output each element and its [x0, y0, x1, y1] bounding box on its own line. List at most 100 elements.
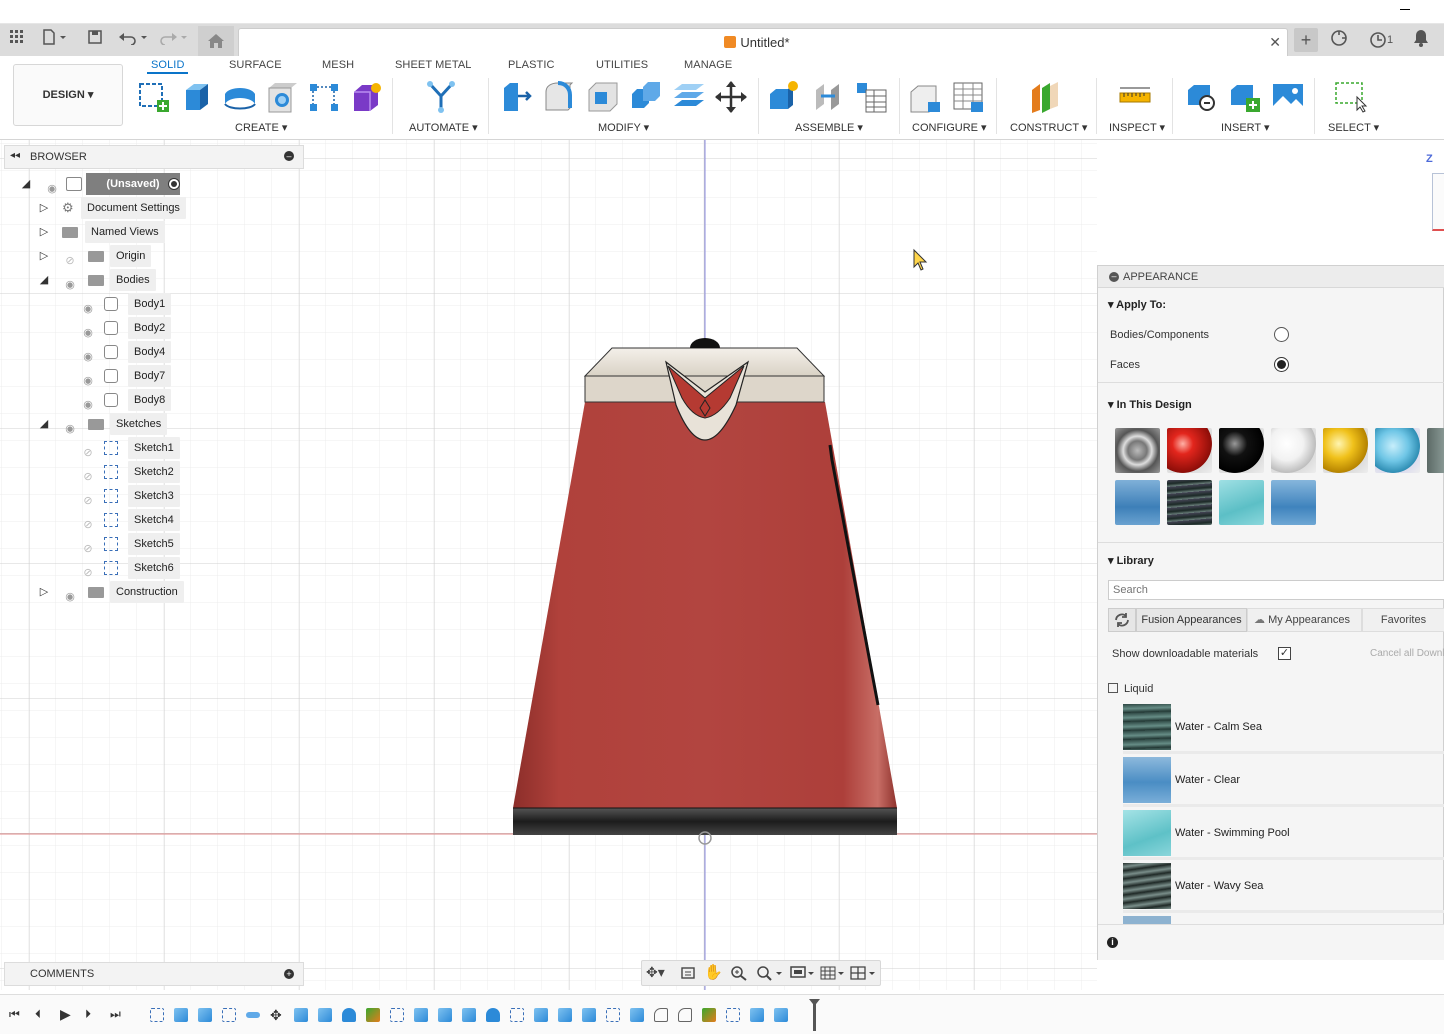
construct-menu[interactable]: CONSTRUCT ▾	[1010, 121, 1087, 134]
tab-surface[interactable]: SURFACE	[229, 59, 282, 71]
canvas-image-icon[interactable]	[1271, 80, 1305, 114]
browser-item-bodies[interactable]: ◢ ◉ Bodies	[38, 269, 198, 291]
timeline-play-icon[interactable]: ▶	[60, 1006, 71, 1023]
expand-triangle-icon[interactable]: ▷	[38, 245, 50, 267]
timeline-sketch-icon[interactable]	[222, 1008, 236, 1022]
eye-icon[interactable]: ◉	[80, 370, 96, 387]
browser-item-sketch[interactable]: ⊘ Sketch1	[80, 437, 180, 459]
appearance-swatch-water-dark[interactable]	[1167, 480, 1212, 525]
eye-hidden-icon[interactable]: ⊘	[80, 442, 96, 459]
home-tab[interactable]	[198, 26, 234, 56]
browser-item-sketches[interactable]: ◢ ◉ Sketches	[38, 413, 198, 435]
viewports-icon[interactable]	[850, 965, 878, 984]
eye-icon[interactable]: ◉	[62, 274, 78, 291]
configuration-table-icon[interactable]	[951, 80, 985, 114]
tab-my-appearances[interactable]: ☁ My Appearances	[1247, 608, 1362, 632]
timeline-extrude-icon[interactable]	[750, 1008, 764, 1022]
configure-menu[interactable]: CONFIGURE ▾	[912, 121, 987, 134]
undo-icon[interactable]	[116, 29, 150, 51]
joint-icon[interactable]	[811, 80, 845, 114]
insert-menu[interactable]: INSERT ▾	[1221, 121, 1270, 134]
tab-manage[interactable]: MANAGE	[684, 59, 732, 71]
browser-item-body[interactable]: ◉ Body2	[80, 317, 180, 339]
tab-favorites[interactable]: Favorites	[1362, 608, 1444, 632]
appearance-swatch-white[interactable]	[1271, 428, 1316, 473]
timeline-step-back-icon[interactable]: ⏴	[35, 1007, 41, 1022]
timeline-move-icon[interactable]: ✥	[270, 1008, 284, 1022]
add-comment-icon[interactable]: +	[284, 969, 294, 979]
insert-derive-icon[interactable]	[1185, 80, 1219, 114]
create-sketch-icon[interactable]	[137, 80, 171, 114]
timeline-fillet-icon[interactable]	[678, 1008, 692, 1022]
timeline-extrude-icon[interactable]	[582, 1008, 596, 1022]
display-settings-icon[interactable]	[790, 965, 816, 984]
timeline-extrude-icon[interactable]	[630, 1008, 644, 1022]
document-tab[interactable]: Untitled* ✕	[238, 28, 1288, 56]
timeline-extrude-icon[interactable]	[294, 1008, 308, 1022]
press-pull-icon[interactable]	[500, 80, 534, 114]
browser-item-body[interactable]: ◉ Body8	[80, 389, 180, 411]
apply-to-section[interactable]: ▾ Apply To:	[1108, 298, 1166, 311]
tab-mesh[interactable]: MESH	[322, 59, 354, 71]
material-row[interactable]: Water - Wavy Sea	[1123, 863, 1444, 913]
appearance-swatch-chrome[interactable]	[1115, 428, 1160, 473]
in-this-design-section[interactable]: ▾ In This Design	[1108, 398, 1192, 411]
browser-item-sketch[interactable]: ⊘ Sketch6	[80, 557, 180, 579]
timeline-revolve-icon[interactable]	[486, 1008, 500, 1022]
timeline-sketch-icon[interactable]	[726, 1008, 740, 1022]
library-search-input[interactable]	[1108, 580, 1444, 600]
panel-collapse-icon[interactable]: –	[1109, 272, 1119, 282]
offset-face-icon[interactable]	[672, 80, 706, 114]
tab-plastic[interactable]: PLASTIC	[508, 59, 555, 71]
file-menu-icon[interactable]	[40, 29, 70, 51]
workspace-switcher-button[interactable]: DESIGN ▾	[13, 64, 123, 126]
modify-menu[interactable]: MODIFY ▾	[598, 121, 649, 134]
timeline-sketch-icon[interactable]	[390, 1008, 404, 1022]
timeline-extrude-icon[interactable]	[198, 1008, 212, 1022]
timeline-plane-icon[interactable]	[366, 1008, 380, 1022]
revolve-icon[interactable]	[222, 80, 256, 114]
bill-of-materials-icon[interactable]	[854, 80, 888, 114]
bodies-components-radio[interactable]	[1274, 327, 1289, 342]
collapse-triangle-icon[interactable]: ◢	[38, 413, 50, 435]
eye-icon[interactable]: ◉	[44, 178, 60, 195]
automate-menu[interactable]: AUTOMATE ▾	[409, 121, 478, 134]
move-copy-icon[interactable]	[714, 80, 748, 114]
tab-utilities[interactable]: UTILITIES	[596, 59, 648, 71]
fit-icon[interactable]	[756, 965, 784, 984]
library-section[interactable]: ▾ Library	[1108, 554, 1154, 567]
timeline-extrude-icon[interactable]	[174, 1008, 188, 1022]
appearance-swatch-black[interactable]	[1219, 428, 1264, 473]
refresh-icon[interactable]	[1108, 608, 1136, 632]
notifications-bell-icon[interactable]	[1410, 29, 1432, 51]
eye-icon[interactable]: ◉	[62, 586, 78, 603]
eye-hidden-icon[interactable]: ⊘	[80, 562, 96, 579]
appearance-swatch-glass[interactable]	[1375, 428, 1420, 473]
browser-item-sketch[interactable]: ⊘ Sketch3	[80, 485, 180, 507]
shell-icon[interactable]	[586, 80, 620, 114]
appearance-swatch-red[interactable]	[1167, 428, 1212, 473]
appearance-swatch-yellow[interactable]	[1323, 428, 1368, 473]
timeline-extrude-icon[interactable]	[462, 1008, 476, 1022]
extensions-icon[interactable]	[1328, 29, 1350, 51]
window-select-icon[interactable]	[1334, 80, 1368, 114]
eye-hidden-icon[interactable]: ⊘	[80, 490, 96, 507]
browser-item-named-views[interactable]: ▷ Named Views	[38, 221, 198, 243]
timeline-go-to-end-icon[interactable]: ⏭	[110, 1007, 121, 1022]
automate-icon[interactable]	[424, 80, 458, 114]
viewcube-face[interactable]	[1432, 173, 1444, 231]
offset-plane-icon[interactable]	[1028, 80, 1062, 114]
timeline-sketch-icon[interactable]	[606, 1008, 620, 1022]
browser-pin-icon[interactable]: –	[284, 151, 294, 161]
save-icon[interactable]	[84, 29, 106, 51]
cancel-downloads-link[interactable]: Cancel all Downl	[1370, 648, 1444, 659]
new-component-icon[interactable]	[767, 80, 801, 114]
eye-icon[interactable]: ◉	[80, 298, 96, 315]
eye-hidden-icon[interactable]: ⊘	[80, 514, 96, 531]
close-tab-icon[interactable]: ✕	[1269, 34, 1281, 51]
browser-root[interactable]: ◢ ◉ (Unsaved)	[20, 173, 190, 195]
grid-settings-icon[interactable]	[820, 965, 846, 984]
measure-icon[interactable]	[1118, 80, 1152, 114]
tab-sheet-metal[interactable]: SHEET METAL	[395, 59, 472, 71]
timeline-sketch-icon[interactable]	[510, 1008, 524, 1022]
